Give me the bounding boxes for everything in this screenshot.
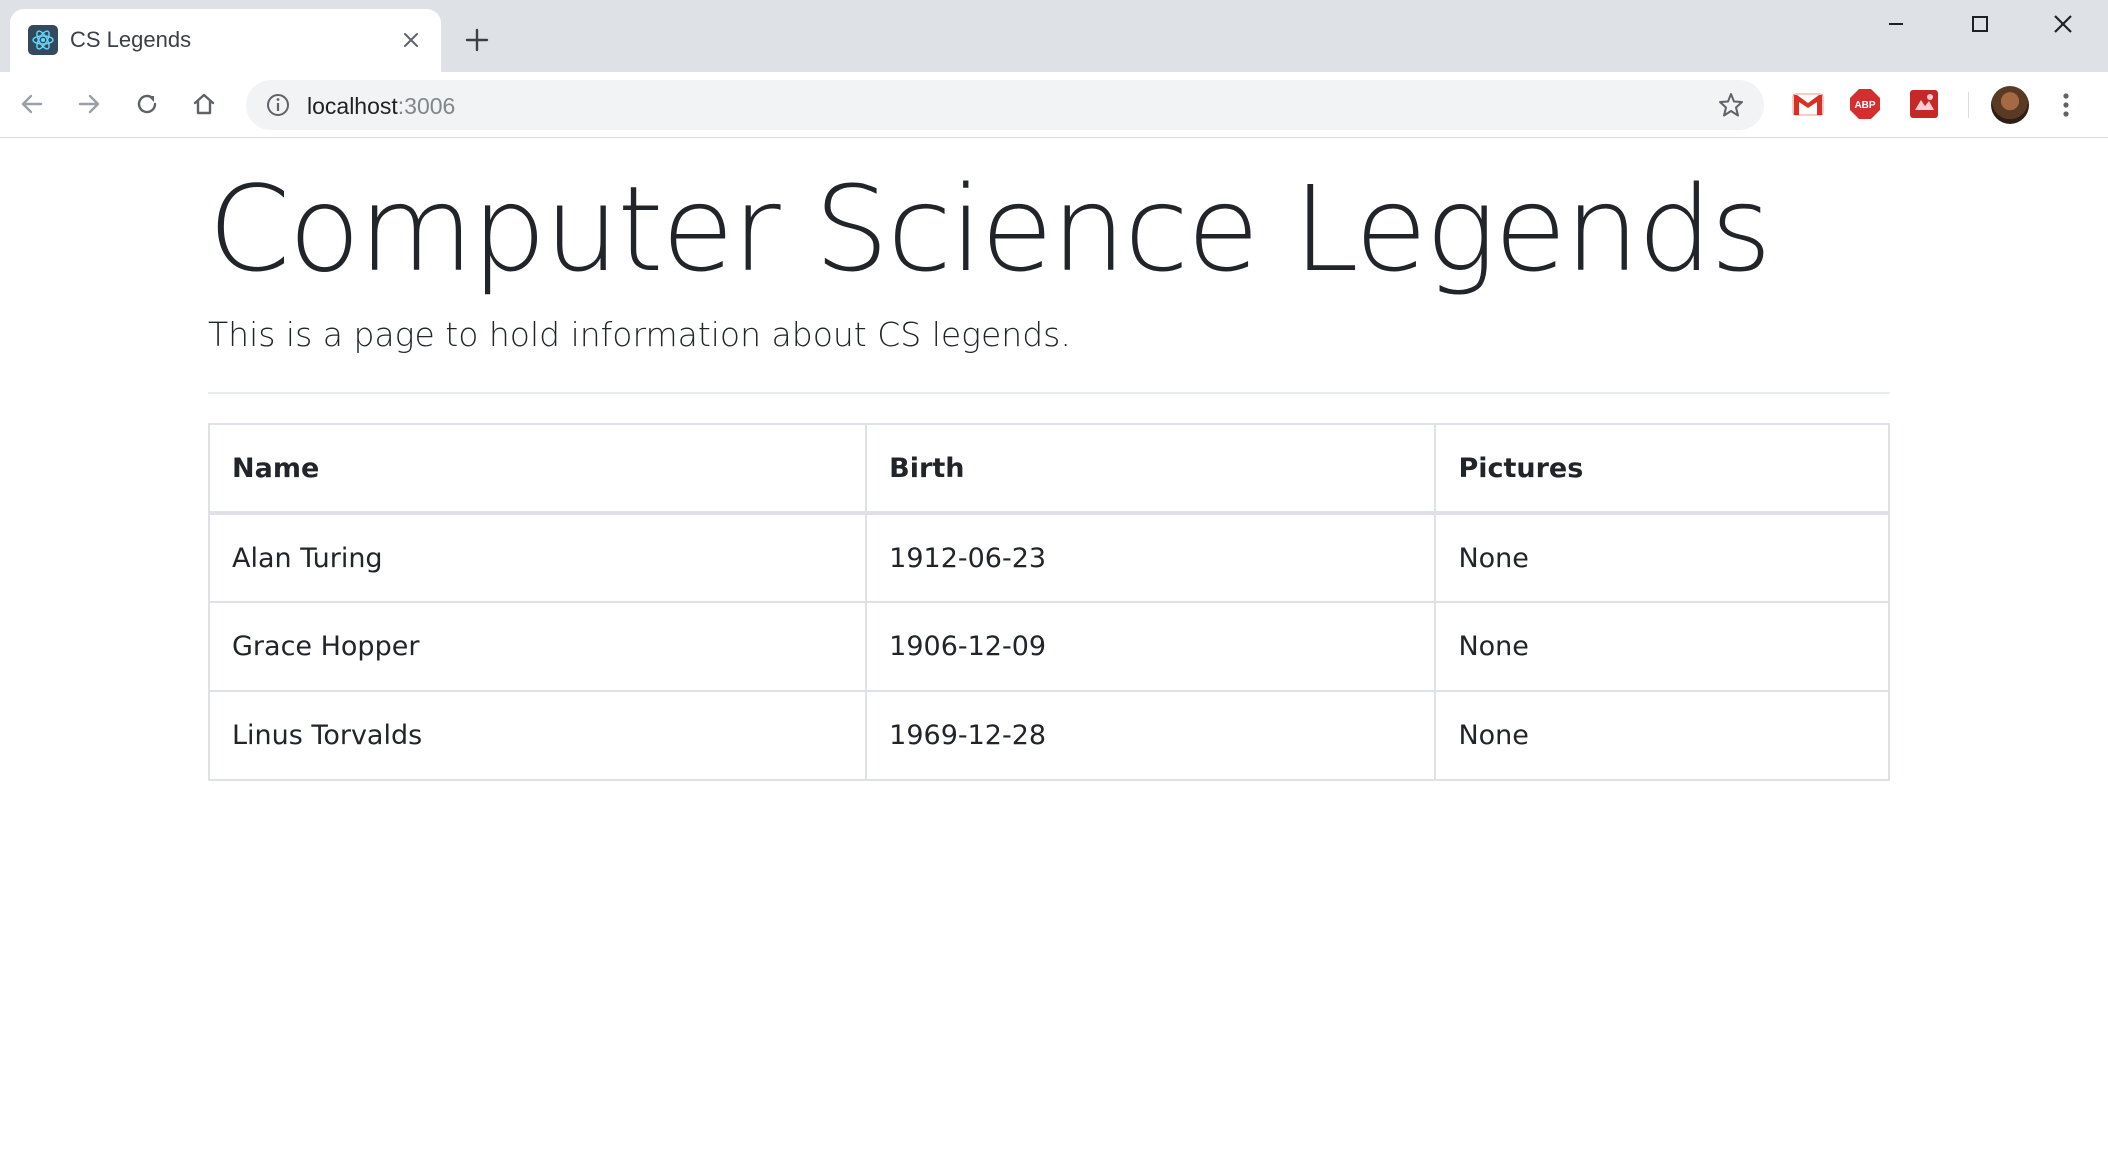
browser-tab-cs-legends[interactable]: CS Legends <box>10 9 441 72</box>
table-header-row: Name Birth Pictures <box>207 423 1890 515</box>
table-row: Alan Turing 1912-06-23 None <box>207 512 1890 603</box>
info-icon[interactable] <box>264 91 292 119</box>
window-close-icon[interactable] <box>2033 6 2093 42</box>
column-header-birth: Birth <box>865 423 1437 515</box>
table-header: Name Birth Pictures <box>207 423 1890 515</box>
react-favicon-icon <box>28 25 58 55</box>
page-lead: This is a page to hold information about… <box>208 315 1071 354</box>
extension-red-icon[interactable] <box>1907 87 1941 121</box>
browser-tab-strip: CS Legends <box>0 0 2108 72</box>
star-icon[interactable] <box>1716 90 1746 120</box>
window-minimize-icon[interactable] <box>1866 6 1926 42</box>
page-viewport: Computer Science Legends This is a page … <box>0 139 2108 1154</box>
adblock-label: ABP <box>1854 100 1875 111</box>
kebab-menu-icon[interactable] <box>2052 86 2080 124</box>
arrow-left-icon[interactable] <box>12 84 52 124</box>
toolbar-divider <box>1968 92 1969 118</box>
table-row: Linus Torvalds 1969-12-28 None <box>207 690 1890 781</box>
close-tab-icon[interactable] <box>397 26 425 54</box>
cell-pictures: None <box>1434 512 1890 603</box>
page-title: Computer Science Legends <box>208 160 1772 298</box>
url-port: :3006 <box>397 93 456 119</box>
cell-birth: 1906-12-09 <box>865 601 1437 692</box>
cell-name: Alan Turing <box>207 512 868 603</box>
cell-pictures: None <box>1434 690 1890 781</box>
column-header-name: Name <box>207 423 868 515</box>
cell-pictures: None <box>1434 601 1890 692</box>
cell-name: Grace Hopper <box>207 601 868 692</box>
reload-icon[interactable] <box>127 84 167 124</box>
gmail-icon[interactable] <box>1791 87 1825 121</box>
new-tab-plus-icon[interactable] <box>461 24 493 56</box>
profile-avatar[interactable] <box>1991 86 2029 124</box>
address-bar[interactable]: localhost:3006 <box>246 80 1764 130</box>
cell-name: Linus Torvalds <box>207 690 868 781</box>
divider <box>208 392 1890 394</box>
table-row: Grace Hopper 1906-12-09 None <box>207 601 1890 692</box>
column-header-pictures: Pictures <box>1434 423 1890 515</box>
url-host: localhost <box>307 93 398 119</box>
cell-birth: 1912-06-23 <box>865 512 1437 603</box>
cell-birth: 1969-12-28 <box>865 690 1437 781</box>
adblock-plus-icon[interactable]: ABP <box>1848 87 1882 121</box>
legends-table: Name Birth Pictures Alan Turing 1912-06-… <box>207 423 1890 781</box>
url-text[interactable]: localhost:3006 <box>307 93 455 120</box>
browser-toolbar: localhost:3006 ABP <box>0 72 2108 138</box>
arrow-right-icon[interactable] <box>69 84 109 124</box>
home-icon[interactable] <box>184 84 224 124</box>
window-maximize-icon[interactable] <box>1950 6 2010 42</box>
table-body: Alan Turing 1912-06-23 None Grace Hopper… <box>207 512 1890 781</box>
tab-title: CS Legends <box>70 27 192 52</box>
